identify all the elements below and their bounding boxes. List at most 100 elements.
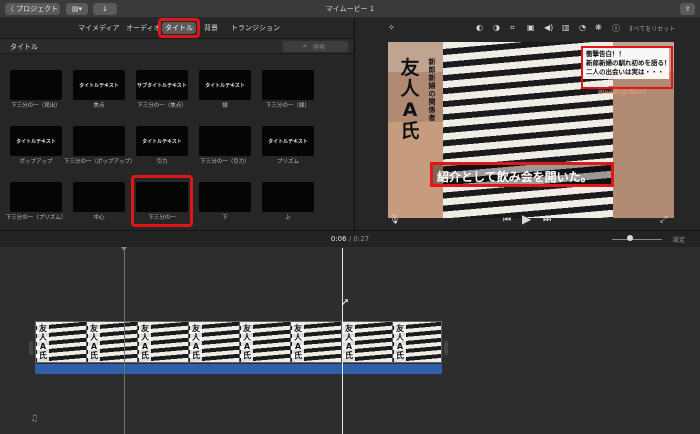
current-time: 0:06 <box>330 235 347 243</box>
title-thumbnail-text: タイトルテキスト <box>268 139 308 145</box>
clip-frame: 友人A氏 <box>138 322 189 362</box>
title-thumbnail[interactable]: タイトルテキスト <box>262 126 314 156</box>
stabilization-icon[interactable]: ▣ <box>527 23 535 32</box>
skip-forward-icon[interactable]: ⏭ <box>543 215 551 225</box>
selected-title-highlight <box>131 175 193 227</box>
title-label: 上 <box>285 215 291 221</box>
fullscreen-icon[interactable]: ⤢ <box>660 215 667 225</box>
clip-frame-label: 友人A氏 <box>292 324 304 362</box>
timecode: 0:06 / 0:27 <box>0 235 700 243</box>
tab-my-media[interactable]: マイメディア <box>78 22 120 34</box>
title-label: 焦点 <box>93 103 105 109</box>
clip-trim-handle-left[interactable] <box>29 341 33 355</box>
zoom-slider[interactable] <box>612 239 662 240</box>
clip-frame-label: 友人A氏 <box>394 324 406 362</box>
subtitle-highlight: 紹介として飲み会を開いた。 <box>430 162 614 187</box>
clip-frame-label: 友人A氏 <box>343 324 355 362</box>
search-icon: ⌕ <box>303 42 307 50</box>
noise-reduction-icon[interactable]: ▥ <box>562 23 570 32</box>
title-label: 下三分の一（線） <box>265 103 310 109</box>
search-placeholder: 検索 <box>313 44 326 51</box>
video-clip[interactable]: 友人A氏 友人A氏 友人A氏 友人A氏 友人A氏 友人A氏 友人A氏 友人A氏 <box>35 321 442 363</box>
color-balance-icon[interactable]: ◐ <box>476 23 483 32</box>
title-thumbnail[interactable] <box>262 182 314 212</box>
title-label: 下三分の一（見出） <box>11 103 61 109</box>
title-thumbnail[interactable] <box>10 70 62 100</box>
video-preview: 友人A氏 新郎新婦の関係者 衝撃告白！！ 新郎新婦の馴れ初めを語る！ 二人の出会… <box>388 42 674 218</box>
clip-trim-handle-right[interactable] <box>444 341 448 355</box>
clip-frame: 友人A氏 <box>291 322 342 362</box>
clip-frame: 友人A氏 <box>393 322 441 362</box>
title-thumbnail[interactable]: タイトルテキスト <box>10 126 62 156</box>
tab-backgrounds[interactable]: 背景 <box>204 22 218 34</box>
title-thumbnail-text: サブタイトルテキスト <box>137 83 187 89</box>
viewer-panel: ✧ ◐ ◑ ⌗ ▣ ◀) ▥ ◔ ❋ ⓘ すべてをリセット 友人A氏 新郎新婦の… <box>354 18 700 230</box>
title-thumbnail[interactable] <box>199 126 251 156</box>
video-subtitle: 紹介として飲み会を開いた。 <box>437 170 593 184</box>
clip-frame-label: 友人A氏 <box>88 324 100 362</box>
video-vertical-title: 友人A氏 <box>400 57 420 142</box>
crop-icon[interactable]: ⌗ <box>510 23 515 33</box>
clip-frame: 友人A氏 <box>36 322 87 362</box>
title-bar: 〈 プロジェクト ▤▾ ↓ マイムービー 1 ⇪ <box>0 0 700 18</box>
microphone-icon[interactable]: 🎙 <box>389 215 400 225</box>
play-icon[interactable]: ▶ <box>522 212 531 226</box>
title-label: 引力 <box>156 159 168 165</box>
title-thumbnail[interactable] <box>199 182 251 212</box>
title-thumbnail[interactable] <box>73 182 125 212</box>
section-title: タイトル <box>10 43 38 51</box>
mouse-cursor: ➚ <box>341 297 350 308</box>
tab-transitions[interactable]: トランジション <box>231 22 280 34</box>
title-label: 下三分の一（引力） <box>200 159 250 165</box>
title-label: プリズム <box>276 159 299 165</box>
title-label: 下 <box>222 215 228 221</box>
speed-icon[interactable]: ◔ <box>579 23 586 32</box>
volume-icon[interactable]: ◀) <box>544 23 553 32</box>
title-clip[interactable] <box>35 364 442 374</box>
playhead[interactable] <box>342 248 343 434</box>
title-thumbnail[interactable]: タイトルテキスト <box>199 70 251 100</box>
clip-frame: 友人A氏 <box>189 322 240 362</box>
video-vertical-subtitle: 新郎新婦の関係者 <box>428 58 436 122</box>
skip-back-icon[interactable]: ⏮ <box>503 215 511 225</box>
tab-titles-highlight <box>158 18 200 38</box>
timeline-header: 0:06 / 0:27 設定 <box>0 231 700 247</box>
headline-highlight <box>581 46 673 89</box>
title-thumbnail[interactable]: タイトルテキスト <box>136 126 188 156</box>
title-thumbnail-text: タイトルテキスト <box>16 139 56 145</box>
clip-frame-label: 友人A氏 <box>241 324 253 362</box>
video-brand: Wedding News <box>598 88 647 96</box>
clip-frame-label: 友人A氏 <box>190 324 202 362</box>
title-label: 下三分の一（プリズム） <box>5 215 67 221</box>
title-thumbnail[interactable]: タイトルテキスト <box>73 70 125 100</box>
music-note-icon: ♫ <box>30 414 39 424</box>
clip-frame-label: 友人A氏 <box>139 324 151 362</box>
magic-wand-icon[interactable]: ✧ <box>388 23 395 32</box>
reset-all-button[interactable]: すべてをリセット <box>628 24 675 33</box>
timeline-panel: 0:06 / 0:27 設定 友人A氏 友人A氏 友人A氏 友人A氏 友人A氏 友人A氏友… <box>0 230 700 434</box>
project-title: マイムービー 1 <box>325 5 375 13</box>
tab-audio[interactable]: オーディオ <box>126 22 161 34</box>
title-label: 線 <box>222 103 228 109</box>
total-time: 0:27 <box>353 235 370 243</box>
clip-frame: 友人A氏 <box>342 322 393 362</box>
timeline-settings-button[interactable]: 設定 <box>673 235 685 244</box>
title-label: 下三分の一（ポップアップ） <box>64 159 136 165</box>
title-thumbnail[interactable]: サブタイトルテキスト <box>136 70 188 100</box>
title-label: 下三分の一（焦点） <box>137 103 187 109</box>
title-thumbnail-text: タイトルテキスト <box>205 83 245 89</box>
search-input[interactable]: ⌕ 検索 <box>283 41 348 52</box>
clip-frame: 友人A氏 <box>87 322 138 362</box>
title-thumbnail-text: タイトルテキスト <box>142 139 182 145</box>
clip-frame-label: 友人A氏 <box>37 324 49 362</box>
skimmer-line <box>124 248 125 434</box>
zoom-slider-knob[interactable] <box>627 235 633 241</box>
title-thumbnail[interactable] <box>10 182 62 212</box>
filter-icon[interactable]: ❋ <box>595 23 602 32</box>
share-icon[interactable]: ⇪ <box>680 3 695 15</box>
title-label: 中心 <box>93 215 105 221</box>
color-correction-icon[interactable]: ◑ <box>493 23 500 32</box>
info-icon[interactable]: ⓘ <box>612 23 620 34</box>
title-thumbnail[interactable] <box>73 126 125 156</box>
title-thumbnail[interactable] <box>262 70 314 100</box>
